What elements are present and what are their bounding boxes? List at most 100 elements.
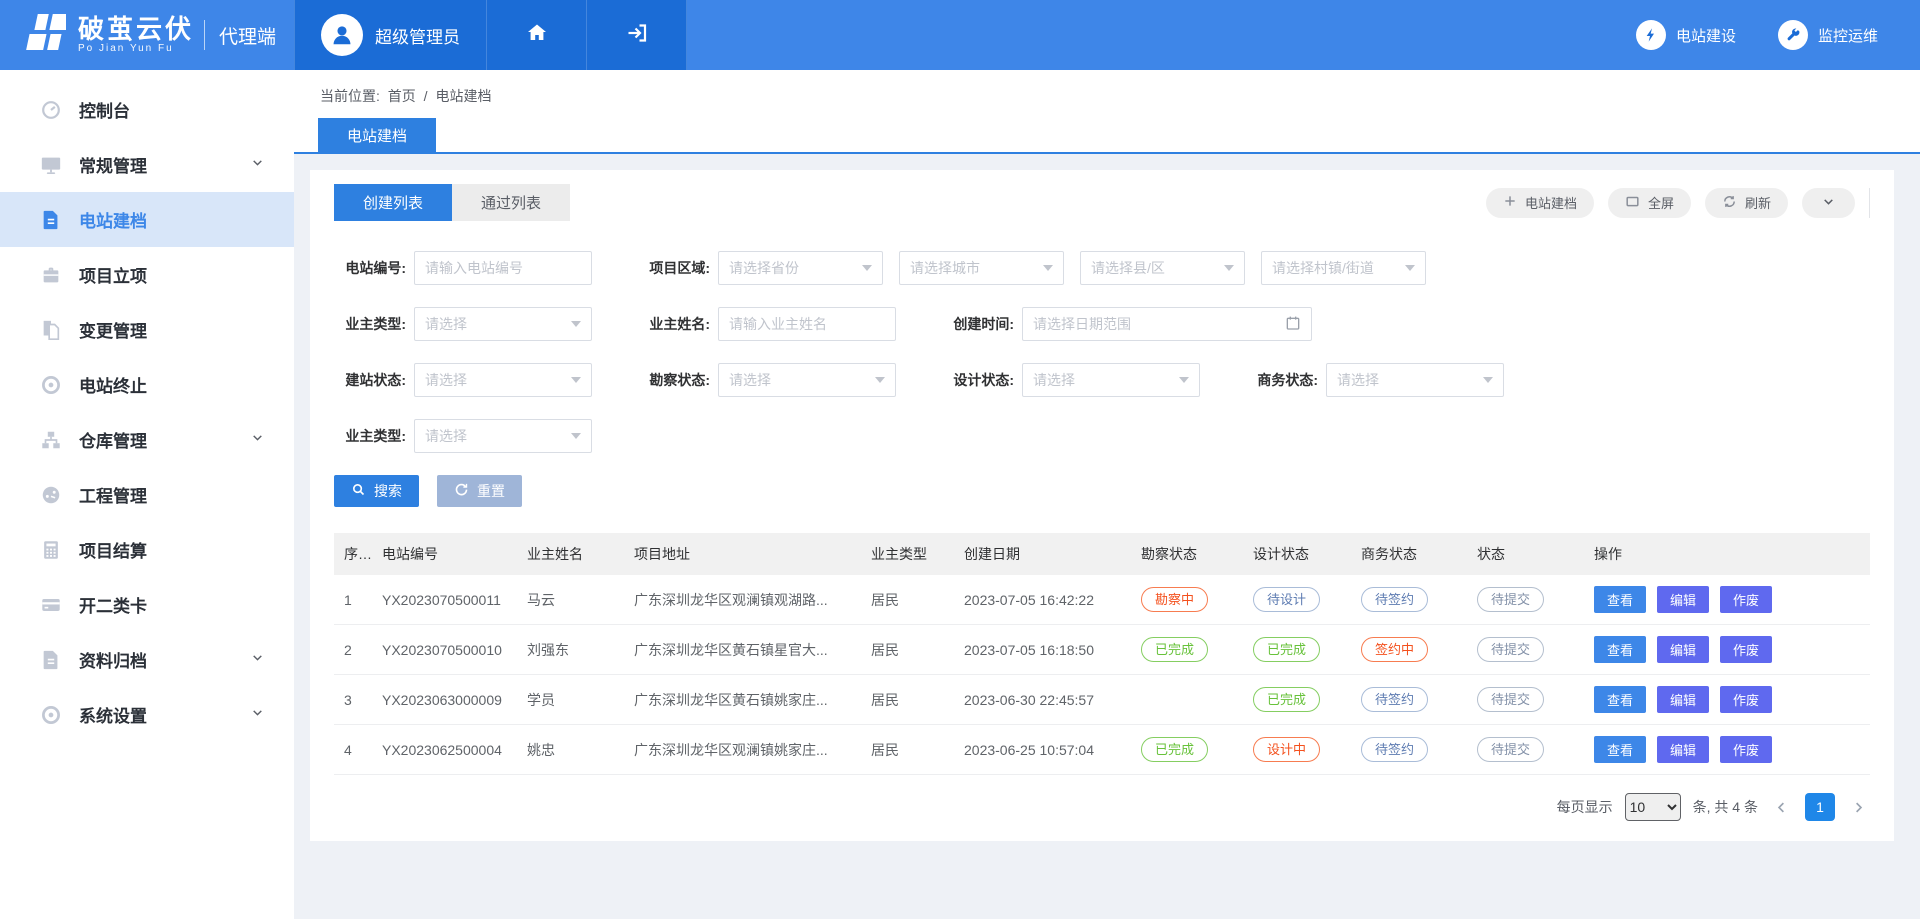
sidebar-item-type2-card[interactable]: 开二类卡 [0,577,294,632]
void-button[interactable]: 作废 [1720,586,1772,613]
owner-type-label: 业主类型: [334,314,406,334]
void-button[interactable]: 作废 [1720,686,1772,713]
tab-create-list[interactable]: 创建列表 [334,184,452,221]
owner-name-input[interactable] [718,307,896,341]
nav-station-build-label: 电站建设 [1676,25,1736,46]
sidebar-item-label: 项目结算 [79,537,147,562]
sidebar-item-general-mgmt[interactable]: 常规管理 [0,137,294,192]
copy-icon [40,319,62,341]
view-button[interactable]: 查看 [1594,586,1646,613]
edit-button[interactable]: 编辑 [1657,636,1709,663]
sidebar-item-console[interactable]: 控制台 [0,82,294,137]
brand-title-cn: 破茧云伏 [78,16,194,43]
station-code-label: 电站编号: [334,258,406,278]
filter-form: 电站编号: 项目区域: 请选择省份 请选择城市 [334,251,1870,507]
build-status-select[interactable]: 请选择 [414,363,592,397]
portal-label: 代理端 [204,20,276,50]
table-header-row: 序号 电站编号 业主姓名 项目地址 业主类型 创建日期 勘察状态 设计状态 商务… [334,533,1870,575]
sidebar-item-project-settlement[interactable]: 项目结算 [0,522,294,577]
fullscreen-button[interactable]: 全屏 [1608,188,1691,218]
status-badge: 待签约 [1361,587,1428,613]
sidebar-item-label: 变更管理 [79,317,147,342]
chevron-down-icon [251,651,264,669]
edit-button[interactable]: 编辑 [1657,736,1709,763]
view-button[interactable]: 查看 [1594,636,1646,663]
void-button[interactable]: 作废 [1720,636,1772,663]
province-select[interactable]: 请选择省份 [718,251,883,285]
add-station-button[interactable]: 电站建档 [1486,188,1594,218]
sidebar-item-station-terminate[interactable]: 电站终止 [0,357,294,412]
nav-station-build[interactable]: 电站建设 [1636,20,1736,50]
user-avatar-icon [321,14,363,56]
view-button[interactable]: 查看 [1594,736,1646,763]
search-button[interactable]: 搜索 [334,475,419,507]
nav-monitor-ops[interactable]: 监控运维 [1778,20,1878,50]
calculator-icon [40,539,62,561]
survey-status-select[interactable]: 请选择 [718,363,896,397]
sidebar-item-label: 电站建档 [79,207,147,232]
view-button[interactable]: 查看 [1594,686,1646,713]
design-status-select[interactable]: 请选择 [1022,363,1200,397]
date-range-input[interactable]: 请选择日期范围 [1022,307,1312,341]
per-page-label: 每页显示 [1557,797,1613,817]
sidebar-item-project-init[interactable]: 项目立项 [0,247,294,302]
table-row: 1 YX2023070500011 马云 广东深圳龙华区观澜镇观湖路... 居民… [334,575,1870,625]
edit-button[interactable]: 编辑 [1657,686,1709,713]
logo-area: 破茧云伏 Po Jian Yun Fu 代理端 [0,0,294,70]
owner-type2-select[interactable]: 请选择 [414,419,592,453]
current-page-button[interactable]: 1 [1805,793,1835,821]
home-button[interactable] [487,0,587,70]
design-status-label: 设计状态: [942,370,1014,390]
status-badge: 勘察中 [1141,587,1208,613]
page-tab-station-archive[interactable]: 电站建档 [318,118,436,152]
sidebar-item-label: 系统设置 [79,702,147,727]
dropdown-caret-icon [1179,377,1189,383]
sidebar-item-data-archive[interactable]: 资料归档 [0,632,294,687]
dashboard-icon [40,99,62,121]
brand-title: 破茧云伏 Po Jian Yun Fu [78,16,194,54]
toolbar: 电站建档 全屏 [1486,188,1870,218]
sidebar-item-warehouse-mgmt[interactable]: 仓库管理 [0,412,294,467]
breadcrumb-separator: / [424,88,428,104]
business-status-select[interactable]: 请选择 [1326,363,1504,397]
prev-page-button[interactable] [1770,800,1793,815]
user-menu[interactable]: 超级管理员 [294,0,487,70]
city-select[interactable]: 请选择城市 [899,251,1064,285]
void-button[interactable]: 作废 [1720,736,1772,763]
dropdown-caret-icon [571,377,581,383]
sidebar-item-engineering-mgmt[interactable]: 工程管理 [0,467,294,522]
next-page-button[interactable] [1847,800,1870,815]
refresh-button[interactable]: 刷新 [1705,188,1788,218]
tab-passed-list[interactable]: 通过列表 [452,184,570,221]
sidebar: 控制台 常规管理 [0,70,294,919]
collapse-toolbar-button[interactable] [1802,188,1855,218]
sidebar-item-label: 仓库管理 [79,427,147,452]
breadcrumb-prefix: 当前位置: [320,88,380,104]
sidebar-item-station-archive[interactable]: 电站建档 [0,192,294,247]
status-badge: 待提交 [1477,737,1544,763]
document-icon [40,209,62,231]
per-page-select[interactable]: 10 [1625,793,1681,821]
create-time-label: 创建时间: [942,314,1014,334]
sidebar-item-system-settings[interactable]: 系统设置 [0,687,294,742]
county-select[interactable]: 请选择县/区 [1080,251,1245,285]
brand-logo-icon [20,13,66,58]
town-select[interactable]: 请选择村镇/街道 [1261,251,1426,285]
sidebar-item-label: 开二类卡 [79,592,147,617]
station-code-input[interactable] [414,251,592,285]
sidebar-item-change-mgmt[interactable]: 变更管理 [0,302,294,357]
dropdown-caret-icon [1483,377,1493,383]
reset-button[interactable]: 重置 [437,475,522,507]
chevron-down-icon [251,156,264,174]
calendar-icon [1285,315,1301,334]
logout-button[interactable] [587,0,687,70]
edit-button[interactable]: 编辑 [1657,586,1709,613]
breadcrumb-current: 电站建档 [435,88,491,104]
breadcrumb: 当前位置: 首页 / 电站建档 [294,70,1920,118]
pagination: 每页显示 10 条, 共 4 条 1 [334,793,1870,821]
logout-icon [625,21,649,50]
breadcrumb-home-link[interactable]: 首页 [388,88,416,104]
owner-type-select[interactable]: 请选择 [414,307,592,341]
sidebar-item-label: 资料归档 [79,647,147,672]
home-icon [525,21,549,50]
